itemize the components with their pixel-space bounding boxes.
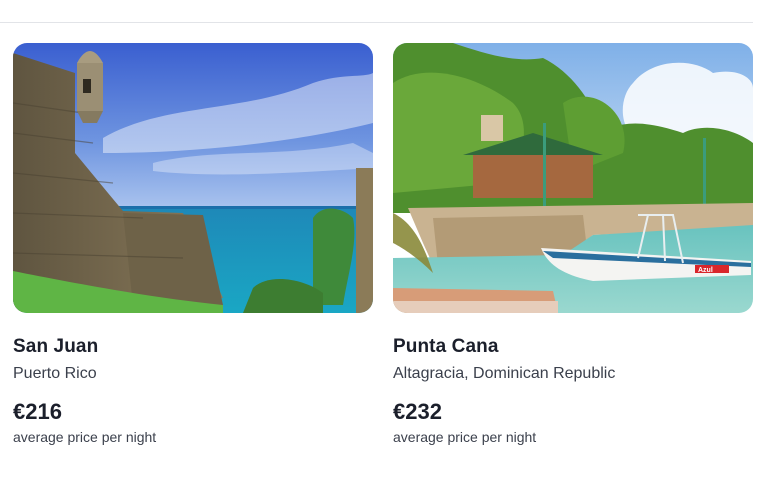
destination-country: Puerto Rico xyxy=(13,365,97,382)
punta-cana-marina-photo[interactable]: Azul xyxy=(393,43,753,313)
price-note: average price per night xyxy=(393,429,537,445)
destination-city[interactable]: San Juan xyxy=(13,335,373,359)
boat-label: Azul xyxy=(698,267,713,274)
top-divider xyxy=(0,22,753,23)
destination-price: €216 xyxy=(13,399,62,424)
san-juan-fort-photo[interactable] xyxy=(13,43,373,313)
destination-city[interactable]: Punta Cana xyxy=(393,335,753,359)
destination-card-punta-cana[interactable]: Azul Punta Cana Altagracia, Dominican Re… xyxy=(393,43,753,446)
destination-country: Altagracia, Dominican Republic xyxy=(393,365,616,382)
price-note: average price per night xyxy=(13,429,157,445)
destination-card-san-juan[interactable]: San Juan Puerto Rico €216 average price … xyxy=(13,43,373,446)
destination-price: €232 xyxy=(393,399,442,424)
